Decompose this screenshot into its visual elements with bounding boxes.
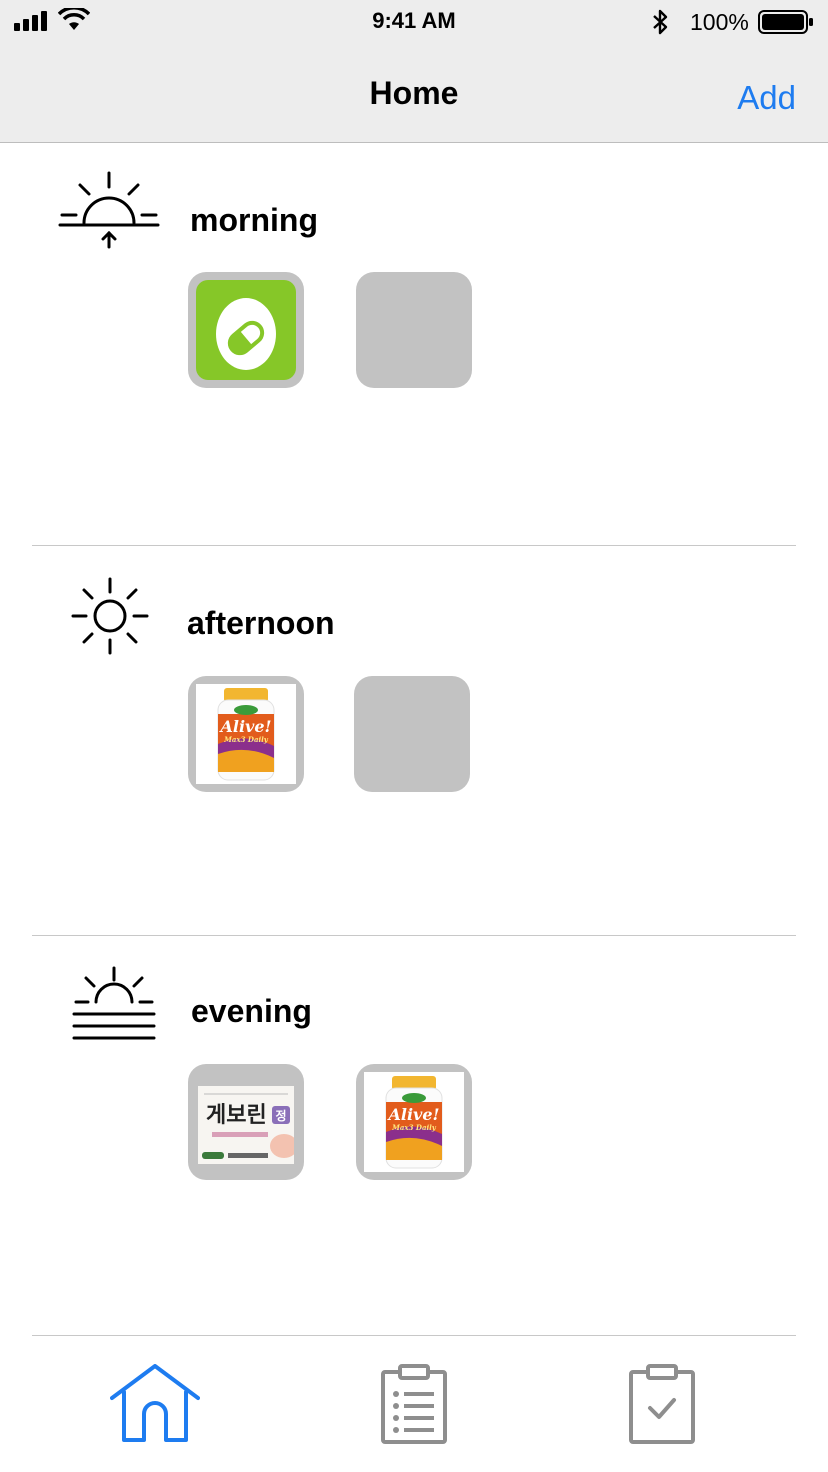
navigation-bar: Home Add xyxy=(0,44,828,143)
medication-slot[interactable]: Alive! Max3 Daily xyxy=(356,1064,472,1180)
section-morning: morning xyxy=(0,143,828,545)
medication-slot[interactable]: 게보린 정 xyxy=(188,1064,304,1180)
sun-icon xyxy=(71,577,149,655)
medication-image xyxy=(196,280,296,380)
section-label-afternoon: afternoon xyxy=(187,605,335,641)
box-brand-text: 게보린 xyxy=(206,1103,267,1128)
status-bar: 9:41 AM 100% xyxy=(0,0,828,44)
clipboard-check-icon[interactable] xyxy=(628,1364,696,1444)
alive-multivitamin-bottle: Alive! Max3 Daily xyxy=(196,684,296,784)
geborin-box: 게보린 정 xyxy=(198,1086,294,1164)
page-title: Home xyxy=(369,75,459,111)
section-label-evening: evening xyxy=(191,993,312,1029)
battery-percent: 100% xyxy=(690,9,749,35)
empty-medication-slot[interactable] xyxy=(354,676,470,792)
clipboard-list-icon[interactable] xyxy=(380,1364,448,1444)
pill-app-icon xyxy=(196,280,296,380)
bottle-brand-text: Alive! xyxy=(386,1105,439,1124)
empty-medication-slot[interactable] xyxy=(356,272,472,388)
sunset-icon xyxy=(72,966,156,1040)
bottle-sub-text: Max3 Daily xyxy=(223,735,269,744)
battery-icon xyxy=(758,10,813,34)
section-evening: evening 게보린 정 Alive! Max3 Daily xyxy=(0,936,828,1335)
home-icon[interactable] xyxy=(110,1364,200,1444)
bluetooth-icon xyxy=(653,9,668,35)
bottle-sub-text: Max3 Daily xyxy=(391,1123,437,1132)
sunrise-icon xyxy=(58,171,160,249)
box-badge-text: 정 xyxy=(275,1108,286,1123)
bottle-brand-text: Alive! xyxy=(218,717,271,736)
medication-slot[interactable] xyxy=(188,272,304,388)
section-label-morning: morning xyxy=(190,202,318,238)
add-button[interactable]: Add xyxy=(737,79,796,117)
section-afternoon: afternoon Alive! Max3 Daily xyxy=(0,546,828,935)
alive-multivitamin-bottle: Alive! Max3 Daily xyxy=(364,1072,464,1172)
tab-bar xyxy=(0,1336,828,1472)
medication-slot[interactable]: Alive! Max3 Daily xyxy=(188,676,304,792)
